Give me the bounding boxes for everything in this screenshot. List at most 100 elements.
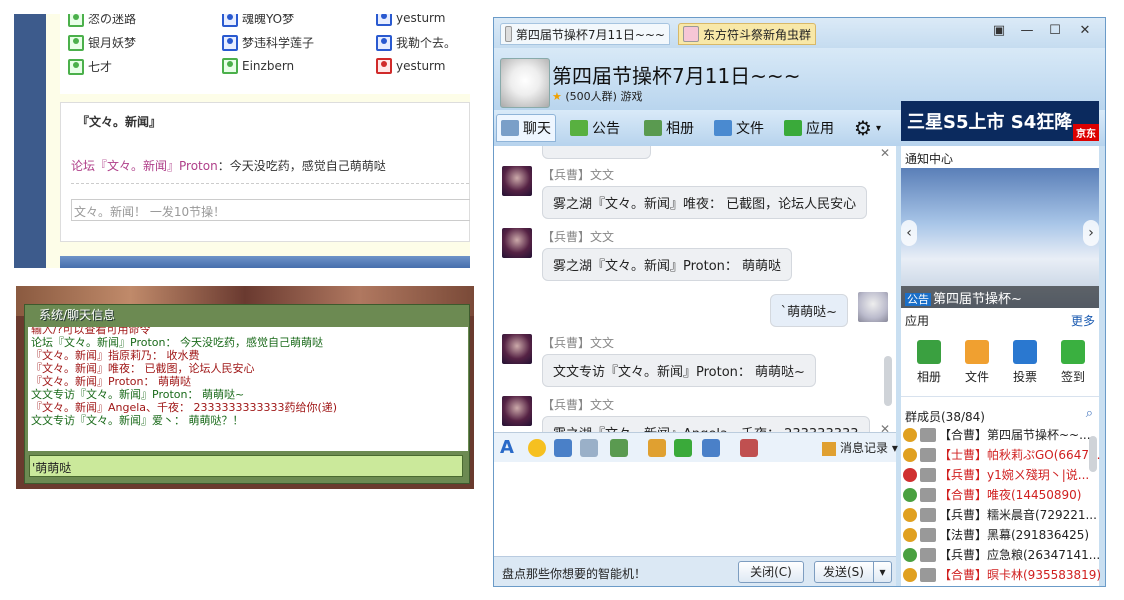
close-button[interactable]: 关闭(C) [738,561,804,583]
user-item[interactable]: 梦违科学莲子 [222,34,314,51]
user-item[interactable]: Einzbern [222,58,294,74]
tab-notice[interactable]: 公告 [566,114,624,142]
sender-name[interactable]: 【兵曹】文文 [542,166,614,183]
member-item[interactable]: 【合曹】第四届节操杯~~... [903,426,1091,443]
sender-name[interactable]: 【兵曹】文文 [542,396,614,413]
screenshot-icon[interactable] [702,439,720,457]
file-icon[interactable] [674,439,692,457]
menu-icon[interactable]: ▣ [988,22,1010,40]
sender-name[interactable]: 【兵曹】文文 [542,228,614,245]
chat-box: 系统/聊天信息 输入/?可以查看可用命令 论坛『文々。新闻』Proton： 今天… [24,304,470,484]
user-item[interactable]: yesturm [376,14,445,26]
message-history-button[interactable]: 消息记录 ▾ [822,439,898,456]
app-files[interactable]: 文件 [957,340,997,385]
image-icon[interactable] [610,439,628,457]
bottom-bar: 盘点那些你想要的智能机！ 关闭(C) 发送(S) ▾ [494,556,896,586]
close-icon[interactable]: ✕ [880,422,890,432]
emoji-icon[interactable] [528,439,546,457]
post-author[interactable]: 论坛『文々。新闻』Proton [71,159,218,173]
folder-icon [714,120,732,136]
chat-messages: 输入/?可以查看可用命令 论坛『文々。新闻』Proton： 今天没吃药，感觉自己… [28,327,468,451]
apps-grid-icon [784,120,802,136]
user-item[interactable]: 我勒个去。 [376,34,456,51]
chat-tools: A 消息记录 ▾ [494,432,898,462]
news-card: 『文々。新闻』 论坛『文々。新闻』Proton：今天没吃药，感觉自己萌萌哒 文々… [60,102,470,242]
send-button[interactable]: 发送(S) ▾ [814,561,892,583]
doodle-icon[interactable] [580,439,598,457]
member-item[interactable]: 【法曹】黑幕(291836425) [903,526,1089,543]
avatar[interactable] [858,292,888,322]
group-avatar-icon [683,26,699,42]
member-item[interactable]: 【士曹】帕秋莉ぷGO(6647... [903,446,1100,463]
tab-other-group[interactable]: 东方符斗祭新角虫群 [678,23,816,45]
member-item[interactable]: 【合曹】暝卡林(935583819) [903,566,1101,583]
chat-line: 『文々。新闻』指原莉乃： 收水费 [31,349,200,362]
group-avatar[interactable] [500,58,550,108]
chat-line: 『文々。新闻』Angela、千夜： 2333333333333药给你(递) [31,401,338,414]
next-arrow-icon[interactable]: › [1083,220,1099,246]
user-item[interactable]: 魂魄YO梦 [222,14,294,27]
font-icon[interactable]: A [500,439,518,457]
folder-icon [965,340,989,364]
members-label: 群成员(38/84) [905,410,985,424]
minimize-icon[interactable]: — [1016,22,1038,40]
member-scrollbar[interactable] [1089,436,1097,472]
tab-album[interactable]: 相册 [640,114,698,142]
chat-line: 论坛『文々。新闻』Proton： 今天没吃药，感觉自己萌萌哒 [31,336,323,349]
message-bubble: 雾之湖『文々。新闻』唯夜： 已截图，论坛人民安心 [542,186,868,219]
user-item[interactable]: 恣の迷路 [68,14,136,27]
member-item[interactable]: 【兵曹】应急粮(26347141... [903,546,1100,563]
member-status-icon [903,447,917,462]
maximize-icon[interactable]: ☐ [1044,22,1066,40]
note-icon[interactable] [648,439,666,457]
send-options-icon[interactable]: ▾ [873,562,891,582]
avatar[interactable] [502,166,532,196]
notice-image[interactable]: ‹ › 公告 第四届节操杯~ [901,168,1099,308]
app-album[interactable]: 相册 [909,340,949,385]
post-line: 论坛『文々。新闻』Proton：今天没吃药，感觉自己萌萌哒 [71,157,386,174]
shout-input[interactable]: 文々。新闻！ 一发10节操！ [71,199,470,221]
member-avatar [920,507,936,522]
member-item[interactable]: 【合曹】唯夜(14450890) [903,486,1081,503]
tab-chat[interactable]: 聊天 [496,114,556,142]
user-icon [222,34,238,51]
notice-center-label: 通知中心 [905,152,954,166]
game-chat-panel: 系统/聊天信息 输入/?可以查看可用命令 论坛『文々。新闻』Proton： 今天… [16,286,474,489]
forum-panel: 恣の迷路 魂魄YO梦 yesturm 银月妖梦 梦违科学莲子 我勒个去。 七才 … [14,14,470,268]
bottom-ad-link[interactable]: 盘点那些你想要的智能机！ [502,565,646,582]
settings-gear-icon[interactable]: ⚙ ▾ [850,114,885,142]
sender-name[interactable]: 【兵曹】文文 [542,334,614,351]
notice-caption: 公告 第四届节操杯~ [901,286,1099,308]
avatar[interactable] [502,396,532,426]
tab-group-chat[interactable]: 第四届节操杯7月11日~~~ [500,23,670,45]
member-item[interactable]: 【兵曹】y1婉ㄨ殘玥丶|说... [903,466,1089,483]
app-checkin[interactable]: 签到 [1053,340,1093,385]
message-input[interactable] [494,462,896,558]
tab-files[interactable]: 文件 [710,114,768,142]
more-link[interactable]: 更多 [1071,312,1095,329]
app-vote[interactable]: 投票 [1005,340,1045,385]
search-icon[interactable]: ⌕ [1086,406,1093,421]
member-item[interactable]: 【兵曹】糯米晨音(729221... [903,506,1097,523]
close-icon[interactable]: ✕ [1074,22,1096,40]
tab-apps[interactable]: 应用 [780,114,838,142]
user-item[interactable]: 银月妖梦 [68,34,136,51]
chat-scrollbar[interactable] [884,356,892,406]
apps-label: 应用 [905,314,930,328]
message-bubble: `萌萌哒~ [769,294,848,327]
photo-icon [644,120,662,136]
avatar[interactable] [502,334,532,364]
card-title: 『文々。新闻』 [77,115,162,129]
prev-arrow-icon[interactable]: ‹ [901,220,917,246]
chat-input[interactable]: '萌萌哒 [29,455,463,477]
user-item[interactable]: yesturm [376,58,445,74]
close-icon[interactable]: ✕ [880,146,890,160]
user-item[interactable]: 七才 [68,58,112,75]
shake-icon[interactable] [554,439,572,457]
more-icon[interactable] [740,439,758,457]
member-name: 【士曹】帕秋莉ぷGO(6647... [939,448,1101,462]
member-status-icon [903,507,917,522]
ad-banner[interactable]: 三星S5上市 S4狂降 京东 [901,101,1099,141]
avatar[interactable] [502,228,532,258]
chat-box-title: 系统/聊天信息 [39,308,116,322]
